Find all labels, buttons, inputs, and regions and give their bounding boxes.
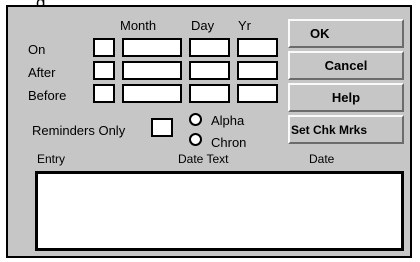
alpha-label: Alpha xyxy=(211,113,245,128)
chron-label: Chron xyxy=(211,135,247,150)
row-label-after: After xyxy=(28,65,56,80)
on-checkbox[interactable] xyxy=(93,38,115,57)
set-check-marks-button[interactable]: Set Chk Mrks xyxy=(288,115,404,144)
list-header-date-text: Date Text xyxy=(178,152,229,166)
entries-list[interactable] xyxy=(35,171,404,251)
on-month-input[interactable] xyxy=(122,38,182,57)
ok-button[interactable]: OK xyxy=(288,19,404,48)
on-year-input[interactable] xyxy=(237,38,278,57)
row-label-before: Before xyxy=(28,88,67,103)
on-day-input[interactable] xyxy=(189,38,230,57)
list-header-date: Date xyxy=(309,152,335,166)
after-month-input[interactable] xyxy=(122,61,182,80)
alpha-radio[interactable] xyxy=(189,113,202,126)
before-year-input[interactable] xyxy=(237,84,278,103)
after-checkbox[interactable] xyxy=(93,61,115,80)
before-day-input[interactable] xyxy=(189,84,230,103)
help-button[interactable]: Help xyxy=(288,83,404,112)
row-label-on: On xyxy=(28,42,46,57)
after-day-input[interactable] xyxy=(189,61,230,80)
before-month-input[interactable] xyxy=(122,84,182,103)
list-header-entry: Entry xyxy=(37,152,66,166)
after-year-input[interactable] xyxy=(237,61,278,80)
column-header-year: Yr xyxy=(238,18,251,33)
reminders-only-checkbox[interactable] xyxy=(151,118,173,137)
cancel-button[interactable]: Cancel xyxy=(288,51,404,80)
column-header-month: Month xyxy=(120,18,157,33)
find-dates-dialog: Month Day Yr On After Before OK Cancel H… xyxy=(6,5,412,258)
column-header-day: Day xyxy=(191,18,215,33)
reminders-only-label: Reminders Only xyxy=(32,123,126,138)
before-checkbox[interactable] xyxy=(93,84,115,103)
chron-radio[interactable] xyxy=(189,133,202,146)
